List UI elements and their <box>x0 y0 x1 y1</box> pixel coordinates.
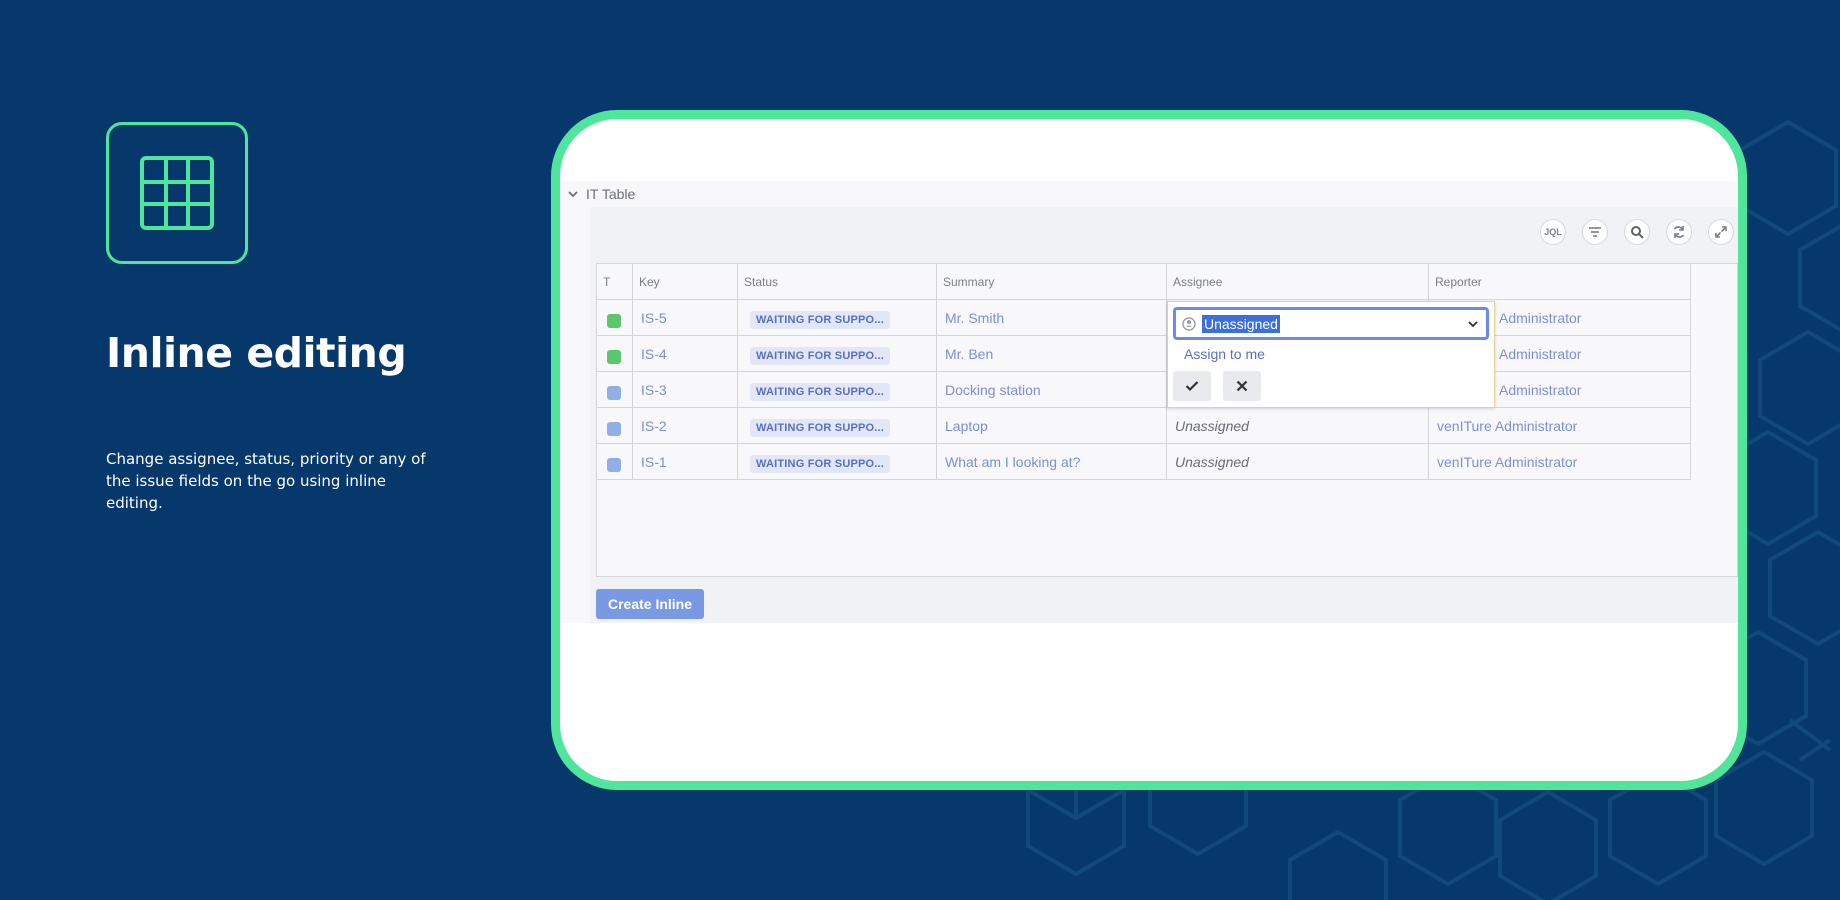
assignee-cell[interactable]: Unassigned <box>1167 444 1429 480</box>
table-toolbar: JQL <box>1540 219 1734 245</box>
request-type-icon <box>607 350 621 364</box>
panel-header[interactable]: IT Table <box>568 183 635 205</box>
table-row-type <box>597 444 633 480</box>
summary-cell[interactable]: Laptop <box>937 408 1167 444</box>
summary-cell[interactable]: What am I looking at? <box>937 444 1167 480</box>
computer-type-icon <box>607 422 621 436</box>
status-cell[interactable]: WAITING FOR SUPPO... <box>738 300 937 336</box>
panel-title: IT Table <box>586 186 636 202</box>
table-row-type <box>597 336 633 372</box>
cancel-button[interactable] <box>1223 371 1261 401</box>
table-row-type <box>597 300 633 336</box>
assignee-cell[interactable]: Unassigned <box>1167 408 1429 444</box>
status-cell[interactable]: WAITING FOR SUPPO... <box>738 408 937 444</box>
status-cell[interactable]: WAITING FOR SUPPO... <box>738 444 937 480</box>
chevron-down-icon[interactable] <box>1468 320 1478 328</box>
column-header-type[interactable]: T <box>597 264 633 300</box>
hero-description: Change assignee, status, priority or any… <box>106 450 426 512</box>
column-header-assignee[interactable]: Assignee <box>1167 264 1429 300</box>
column-header-reporter[interactable]: Reporter <box>1429 264 1691 300</box>
table-feature-icon <box>106 122 248 264</box>
summary-cell[interactable]: Mr. Ben <box>937 336 1167 372</box>
chevron-down-icon[interactable] <box>568 186 578 202</box>
issue-key-link[interactable]: IS-2 <box>633 408 738 444</box>
status-badge: WAITING FOR SUPPO... <box>750 311 891 329</box>
issue-key-link[interactable]: IS-4 <box>633 336 738 372</box>
user-avatar-icon <box>1182 316 1196 331</box>
assignee-select[interactable]: Unassigned <box>1173 307 1489 340</box>
filter-button[interactable] <box>1582 219 1608 245</box>
status-badge: WAITING FOR SUPPO... <box>750 347 891 365</box>
assign-to-me-link[interactable]: Assign to me <box>1184 346 1265 362</box>
status-badge: WAITING FOR SUPPO... <box>750 455 891 473</box>
reporter-cell[interactable]: venITure Administrator <box>1429 408 1691 444</box>
search-icon <box>1631 226 1644 239</box>
status-cell[interactable]: WAITING FOR SUPPO... <box>738 336 937 372</box>
column-header-status[interactable]: Status <box>738 264 937 300</box>
status-badge: WAITING FOR SUPPO... <box>750 419 891 437</box>
jql-button[interactable]: JQL <box>1540 219 1566 245</box>
issue-key-link[interactable]: IS-3 <box>633 372 738 408</box>
expand-icon <box>1715 226 1727 238</box>
computer-type-icon <box>607 458 621 472</box>
issue-key-link[interactable]: IS-1 <box>633 444 738 480</box>
assignee-inline-editor: Unassigned Assign to me <box>1167 301 1495 408</box>
screenshot-frame: IT Table JQL T Key Status Summary Assign… <box>551 110 1747 790</box>
table-grid-icon <box>140 156 214 230</box>
issue-key-link[interactable]: IS-5 <box>633 300 738 336</box>
request-type-icon <box>607 314 621 328</box>
hero-title: Inline editing <box>106 329 407 377</box>
it-table-panel: IT Table JQL T Key Status Summary Assign… <box>560 181 1738 623</box>
table-row-type <box>597 408 633 444</box>
column-header-summary[interactable]: Summary <box>937 264 1167 300</box>
filter-icon <box>1589 227 1601 237</box>
create-inline-button[interactable]: Create Inline <box>596 589 704 619</box>
computer-type-icon <box>607 386 621 400</box>
refresh-icon <box>1673 226 1685 238</box>
jql-icon: JQL <box>1544 227 1562 237</box>
column-header-key[interactable]: Key <box>633 264 738 300</box>
status-badge: WAITING FOR SUPPO... <box>750 383 891 401</box>
refresh-button[interactable] <box>1666 219 1692 245</box>
table-row-type <box>597 372 633 408</box>
assignee-selected-value[interactable]: Unassigned <box>1202 314 1280 333</box>
close-icon <box>1236 380 1248 392</box>
summary-cell[interactable]: Mr. Smith <box>937 300 1167 336</box>
reporter-cell[interactable]: venITure Administrator <box>1429 444 1691 480</box>
search-button[interactable] <box>1624 219 1650 245</box>
confirm-button[interactable] <box>1173 371 1211 401</box>
expand-button[interactable] <box>1708 219 1734 245</box>
summary-cell[interactable]: Docking station <box>937 372 1167 408</box>
check-icon <box>1185 381 1199 392</box>
status-cell[interactable]: WAITING FOR SUPPO... <box>738 372 937 408</box>
